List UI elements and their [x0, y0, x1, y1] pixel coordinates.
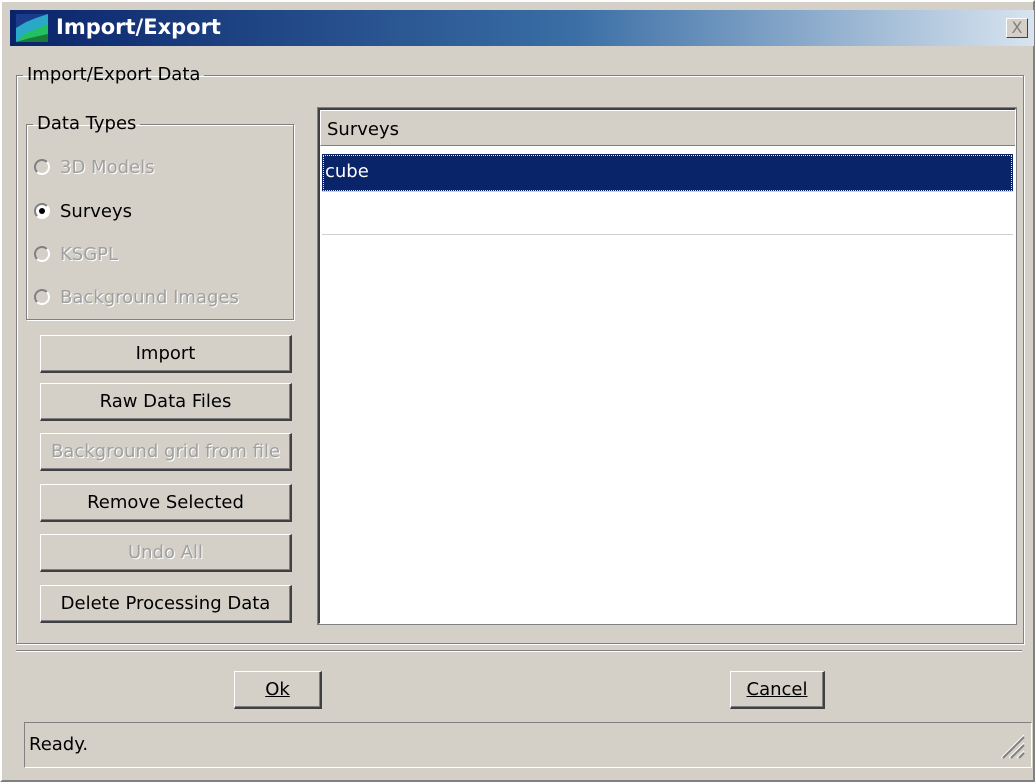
delete-processing-data-button[interactable]: Delete Processing Data: [40, 585, 292, 623]
close-button[interactable]: X: [1006, 18, 1028, 38]
radio-button-icon: [34, 246, 50, 262]
window-title: Import/Export: [56, 15, 221, 39]
radio-label: Surveys: [60, 200, 132, 222]
radio-button-icon: [34, 203, 50, 219]
radio-label: Background Images: [60, 286, 239, 308]
title-bar[interactable]: Import/Export X: [10, 10, 1034, 46]
status-bar: Ready.: [24, 722, 1032, 768]
divider: [16, 650, 1022, 652]
radio-label: 3D Models: [60, 156, 155, 178]
close-icon: X: [1011, 18, 1023, 37]
radio-background-images[interactable]: Background Images: [34, 284, 239, 310]
raw-data-files-button[interactable]: Raw Data Files: [40, 383, 292, 421]
radio-label: KSGPL: [60, 243, 119, 265]
import-button[interactable]: Import: [40, 335, 292, 373]
remove-selected-button[interactable]: Remove Selected: [40, 484, 292, 522]
radio-button-icon: [34, 289, 50, 305]
app-icon: [16, 14, 48, 42]
list-item[interactable]: cube: [322, 154, 1013, 192]
undo-all-button[interactable]: Undo All: [40, 534, 292, 572]
import-export-dialog: Import/Export X Import/Export Data Data …: [0, 0, 1035, 782]
data-types-legend: Data Types: [37, 113, 137, 134]
cancel-button-label: Cancel: [746, 679, 808, 700]
ok-button[interactable]: Ok: [234, 671, 322, 709]
status-text: Ready.: [29, 734, 89, 755]
background-grid-from-file-button[interactable]: Background grid from file: [40, 433, 292, 471]
radio-dot-icon: [39, 208, 45, 214]
radio-button-icon: [34, 159, 50, 175]
radio-ksgpl[interactable]: KSGPL: [34, 241, 118, 267]
list-column-header[interactable]: Surveys: [320, 110, 1015, 146]
cancel-button[interactable]: Cancel: [730, 671, 825, 709]
surveys-list[interactable]: Surveys cube: [317, 107, 1017, 625]
radio-surveys[interactable]: Surveys: [34, 198, 132, 224]
resize-grip-icon[interactable]: [995, 729, 1025, 759]
ok-button-label: Ok: [265, 679, 290, 700]
radio-3d-models[interactable]: 3D Models: [34, 154, 154, 180]
group-legend: Import/Export Data: [27, 64, 201, 85]
list-item-empty: [322, 193, 1013, 235]
